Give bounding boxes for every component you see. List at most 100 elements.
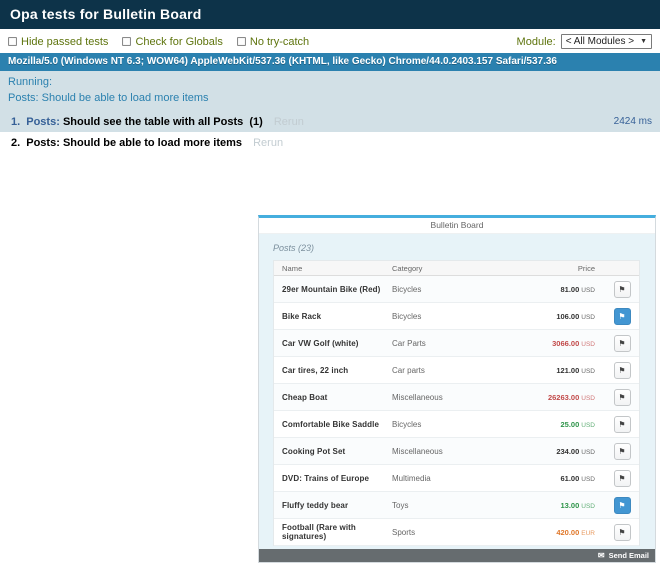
flag-icon[interactable]: ⚑: [614, 389, 631, 406]
flag-icon[interactable]: ⚑: [614, 470, 631, 487]
flag-cell: ⚑: [605, 362, 639, 379]
send-email-button[interactable]: Send Email: [609, 551, 649, 560]
checkbox-icon[interactable]: [237, 37, 246, 46]
checkbox-no-try-catch[interactable]: No try-catch: [237, 36, 309, 48]
test-runtime: 2424 ms: [614, 116, 652, 127]
flag-cell: ⚑: [605, 335, 639, 352]
module-select[interactable]: < All Modules > ▼: [561, 34, 652, 49]
table-row[interactable]: Comfortable Bike SaddleBicycles25.00USD ⚑: [274, 411, 639, 438]
flag-cell: ⚑: [605, 470, 639, 487]
posts-table-body: 29er Mountain Bike (Red)Bicycles81.00USD…: [274, 276, 639, 546]
page-title: Opa tests for Bulletin Board: [0, 0, 660, 29]
post-price: 3066.00USD: [507, 339, 605, 348]
qunit-toolbar: Hide passed tests Check for Globals No t…: [0, 29, 660, 53]
test-counts: (1): [249, 116, 262, 128]
opa-app-frame: Bulletin Board Posts (23) Name Category …: [258, 215, 656, 563]
flag-icon[interactable]: ⚑: [614, 443, 631, 460]
checkbox-icon[interactable]: [8, 37, 17, 46]
post-price: 61.00USD: [507, 474, 605, 483]
test-row-running: 2. Posts: Should be able to load more it…: [0, 133, 660, 154]
post-price: 234.00USD: [507, 447, 605, 456]
flag-icon[interactable]: ⚑: [614, 308, 631, 325]
test-module-sep: :: [56, 137, 60, 149]
app-footer-bar: ✉ Send Email: [259, 549, 655, 562]
table-row[interactable]: Cheap BoatMiscellaneous26263.00USD ⚑: [274, 384, 639, 411]
post-name: Bike Rack: [274, 312, 392, 321]
test-result-status: Running: Posts: Should be able to load m…: [0, 71, 660, 112]
module-label: Module:: [517, 36, 556, 48]
table-row[interactable]: Car VW Golf (white)Car Parts3066.00USD ⚑: [274, 330, 639, 357]
post-name: Football (Rare with signatures): [274, 523, 392, 541]
post-name: Comfortable Bike Saddle: [274, 420, 392, 429]
post-category: Toys: [392, 501, 507, 510]
app-title: Bulletin Board: [259, 218, 655, 234]
flag-icon[interactable]: ⚑: [614, 416, 631, 433]
post-name: Cooking Pot Set: [274, 447, 392, 456]
test-number: 1.: [11, 116, 20, 128]
checkbox-label: Check for Globals: [135, 36, 222, 48]
checkbox-icon[interactable]: [122, 37, 131, 46]
rerun-link[interactable]: Rerun: [253, 137, 283, 149]
post-name: Cheap Boat: [274, 393, 392, 402]
post-name: Fluffy teddy bear: [274, 501, 392, 510]
post-price: 81.00USD: [507, 285, 605, 294]
post-category: Miscellaneous: [392, 447, 507, 456]
test-row-passed: 2424 ms 1. Posts: Should see the table w…: [0, 112, 660, 133]
table-row[interactable]: Football (Rare with signatures)Sports420…: [274, 519, 639, 546]
email-icon: ✉: [598, 551, 605, 560]
post-category: Bicycles: [392, 285, 507, 294]
post-category: Bicycles: [392, 420, 507, 429]
post-category: Multimedia: [392, 474, 507, 483]
flag-cell: ⚑: [605, 389, 639, 406]
post-price: 13.00USD: [507, 501, 605, 510]
flag-cell: ⚑: [605, 443, 639, 460]
post-name: Car tires, 22 inch: [274, 366, 392, 375]
post-price: 121.00USD: [507, 366, 605, 375]
rerun-link[interactable]: Rerun: [274, 116, 304, 128]
user-agent-bar: Mozilla/5.0 (Windows NT 6.3; WOW64) Appl…: [0, 53, 660, 71]
flag-icon[interactable]: ⚑: [614, 281, 631, 298]
post-price: 106.00USD: [507, 312, 605, 321]
post-price: 26263.00USD: [507, 393, 605, 402]
checkbox-label: No try-catch: [250, 36, 309, 48]
post-category: Car Parts: [392, 339, 507, 348]
post-name: DVD: Trains of Europe: [274, 474, 392, 483]
column-header-price: Price: [507, 264, 605, 273]
checkbox-label: Hide passed tests: [21, 36, 108, 48]
posts-panel-title: Posts (23): [273, 243, 641, 253]
flag-icon[interactable]: ⚑: [614, 362, 631, 379]
table-row[interactable]: DVD: Trains of EuropeMultimedia61.00USD ⚑: [274, 465, 639, 492]
test-module-sep: :: [56, 116, 60, 128]
flag-cell: ⚑: [605, 416, 639, 433]
posts-table-header: Name Category Price: [274, 261, 639, 276]
table-row[interactable]: Bike RackBicycles106.00USD⚑: [274, 303, 639, 330]
post-name: 29er Mountain Bike (Red): [274, 285, 392, 294]
flag-cell: ⚑: [605, 281, 639, 298]
post-price: 420.00EUR: [507, 528, 605, 537]
running-label: Running:: [8, 75, 652, 91]
test-list: 2424 ms 1. Posts: Should see the table w…: [0, 112, 660, 154]
flag-icon[interactable]: ⚑: [614, 335, 631, 352]
table-row[interactable]: 29er Mountain Bike (Red)Bicycles81.00USD…: [274, 276, 639, 303]
post-category: Car parts: [392, 366, 507, 375]
table-row[interactable]: Fluffy teddy bearToys13.00USD ⚑: [274, 492, 639, 519]
post-category: Miscellaneous: [392, 393, 507, 402]
flag-icon[interactable]: ⚑: [614, 524, 631, 541]
checkbox-check-for-globals[interactable]: Check for Globals: [122, 36, 222, 48]
test-name: Should be able to load more items: [63, 137, 242, 149]
posts-table: Name Category Price 29er Mountain Bike (…: [273, 260, 640, 546]
checkbox-hide-passed-tests[interactable]: Hide passed tests: [8, 36, 108, 48]
post-name: Car VW Golf (white): [274, 339, 392, 348]
test-name: Should see the table with all Posts: [63, 116, 243, 128]
post-category: Sports: [392, 528, 507, 537]
test-number: 2.: [11, 137, 20, 149]
table-row[interactable]: Cooking Pot SetMiscellaneous234.00USD ⚑: [274, 438, 639, 465]
post-price: 25.00USD: [507, 420, 605, 429]
column-header-category: Category: [392, 264, 507, 273]
chevron-down-icon: ▼: [640, 38, 647, 45]
flag-cell: ⚑: [605, 308, 639, 325]
table-row[interactable]: Car tires, 22 inchCar parts121.00USD ⚑: [274, 357, 639, 384]
test-module-name: Posts: [26, 137, 56, 149]
column-header-name: Name: [274, 264, 392, 273]
flag-icon[interactable]: ⚑: [614, 497, 631, 514]
